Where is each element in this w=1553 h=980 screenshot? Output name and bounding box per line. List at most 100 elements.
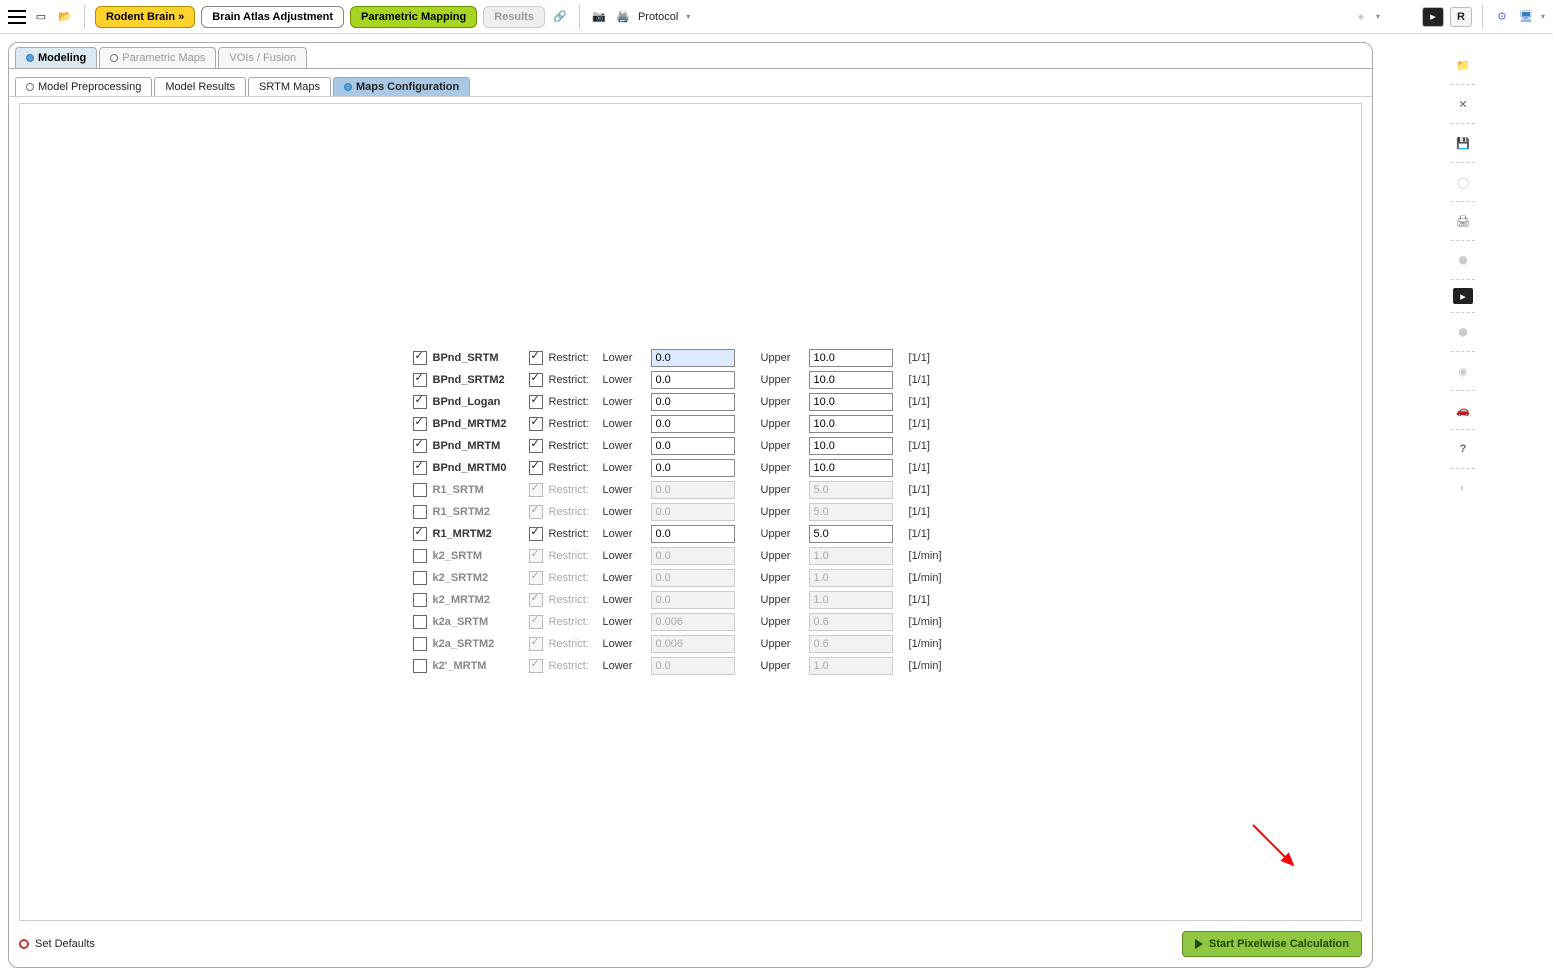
lower-input xyxy=(651,503,735,521)
param-name-label: BPnd_SRTM2 xyxy=(433,374,523,386)
lower-label: Lower xyxy=(603,374,645,386)
components-icon[interactable]: ⚙ xyxy=(1493,8,1511,26)
chevron-down-icon[interactable]: ▾ xyxy=(1541,12,1545,21)
lower-input[interactable] xyxy=(651,437,735,455)
param-enable-checkbox[interactable] xyxy=(413,637,427,651)
chevron-down-icon[interactable]: ▾ xyxy=(686,12,690,21)
restrict-checkbox[interactable] xyxy=(529,395,543,409)
dot-icon[interactable]: ◉ xyxy=(1451,360,1475,382)
upper-input[interactable] xyxy=(809,371,893,389)
param-enable-checkbox[interactable] xyxy=(413,439,427,453)
param-enable-checkbox[interactable] xyxy=(413,593,427,607)
restrict-checkbox[interactable] xyxy=(529,373,543,387)
param-enable-checkbox[interactable] xyxy=(413,395,427,409)
vehicle-icon[interactable]: 🚗 xyxy=(1451,399,1475,421)
start-pixelwise-button[interactable]: Start Pixelwise Calculation xyxy=(1182,931,1362,957)
badge-icon[interactable]: ⬢ xyxy=(1451,321,1475,343)
help-icon[interactable]: ? xyxy=(1451,438,1475,460)
upper-input xyxy=(809,547,893,565)
upper-label: Upper xyxy=(761,550,803,562)
unit-label: [1/1] xyxy=(909,440,969,452)
param-name-label: R1_MRTM2 xyxy=(433,528,523,540)
sub-tab-maps-configuration[interactable]: Maps Configuration xyxy=(333,77,470,96)
terminal-icon[interactable]: ▸ xyxy=(1422,7,1444,27)
restrict-checkbox[interactable] xyxy=(529,351,543,365)
tab-label: VOIs / Fusion xyxy=(229,52,296,64)
param-row: k2_MRTM2Restrict:LowerUpper[1/1] xyxy=(413,590,969,611)
close-icon[interactable]: ✕ xyxy=(1451,93,1475,115)
tab-label: Modeling xyxy=(38,52,86,64)
param-name-label: k2a_SRTM xyxy=(433,616,523,628)
status-dot-icon: ● xyxy=(1352,8,1370,26)
lower-input[interactable] xyxy=(651,371,735,389)
upper-input[interactable] xyxy=(809,437,893,455)
printer-icon[interactable]: 🖨 xyxy=(1451,210,1475,232)
main-tab-vois-fusion[interactable]: VOIs / Fusion xyxy=(218,47,307,68)
restrict-label: Restrict: xyxy=(549,418,597,430)
r-console-button[interactable]: R xyxy=(1450,7,1472,27)
sub-tab-srtm-maps[interactable]: SRTM Maps xyxy=(248,77,331,96)
params-area: BPnd_SRTMRestrict:LowerUpper[1/1]BPnd_SR… xyxy=(19,103,1362,921)
lower-input[interactable] xyxy=(651,393,735,411)
lower-label: Lower xyxy=(603,462,645,474)
lower-input[interactable] xyxy=(651,415,735,433)
chevron-down-icon[interactable]: ▾ xyxy=(1376,12,1380,21)
menu-icon[interactable] xyxy=(8,10,26,24)
lower-input[interactable] xyxy=(651,349,735,367)
restrict-label: Restrict: xyxy=(549,572,597,584)
terminal-icon[interactable]: ▸ xyxy=(1453,288,1473,304)
param-enable-checkbox[interactable] xyxy=(413,615,427,629)
param-enable-checkbox[interactable] xyxy=(413,527,427,541)
upper-input[interactable] xyxy=(809,349,893,367)
disk-icon[interactable]: 💾 xyxy=(1451,132,1475,154)
param-enable-checkbox[interactable] xyxy=(413,571,427,585)
restrict-checkbox xyxy=(529,615,543,629)
circle-icon[interactable]: ◯ xyxy=(1451,171,1475,193)
upper-label: Upper xyxy=(761,440,803,452)
param-name-label: k2_SRTM2 xyxy=(433,572,523,584)
param-enable-checkbox[interactable] xyxy=(413,659,427,673)
protocol-icon[interactable]: 🖨️ xyxy=(614,8,632,26)
param-enable-checkbox[interactable] xyxy=(413,461,427,475)
main-tab-modeling[interactable]: Modeling xyxy=(15,47,97,68)
upper-input[interactable] xyxy=(809,525,893,543)
open-icon[interactable]: 📂 xyxy=(56,8,74,26)
param-enable-checkbox[interactable] xyxy=(413,417,427,431)
restrict-checkbox[interactable] xyxy=(529,417,543,431)
param-enable-checkbox[interactable] xyxy=(413,351,427,365)
monitor-icon[interactable]: 🖥 xyxy=(1517,8,1535,26)
param-enable-checkbox[interactable] xyxy=(413,483,427,497)
param-enable-checkbox[interactable] xyxy=(413,373,427,387)
main-tab-parametric-maps[interactable]: Parametric Maps xyxy=(99,47,216,68)
camera-icon[interactable]: 📷 xyxy=(590,8,608,26)
param-enable-checkbox[interactable] xyxy=(413,549,427,563)
upper-label: Upper xyxy=(761,572,803,584)
results-button: Results xyxy=(483,6,545,28)
param-enable-checkbox[interactable] xyxy=(413,505,427,519)
folder-icon[interactable]: 📁 xyxy=(1451,54,1475,76)
upper-input[interactable] xyxy=(809,415,893,433)
param-name-label: R1_SRTM xyxy=(433,484,523,496)
sub-tab-model-results[interactable]: Model Results xyxy=(154,77,246,96)
sub-tab-model-preprocessing[interactable]: Model Preprocessing xyxy=(15,77,152,96)
minimize-icon[interactable]: ▭ xyxy=(32,8,50,26)
lower-input[interactable] xyxy=(651,525,735,543)
parametric-mapping-button[interactable]: Parametric Mapping xyxy=(350,6,477,28)
upper-input xyxy=(809,591,893,609)
param-row: R1_MRTM2Restrict:LowerUpper[1/1] xyxy=(413,524,969,545)
shield-icon[interactable]: ⬣ xyxy=(1451,249,1475,271)
upper-input[interactable] xyxy=(809,459,893,477)
set-defaults-button[interactable]: Set Defaults xyxy=(19,938,95,950)
unit-label: [1/min] xyxy=(909,616,969,628)
contrast-icon[interactable]: ◐ xyxy=(1451,477,1475,499)
upper-input[interactable] xyxy=(809,393,893,411)
restrict-checkbox[interactable] xyxy=(529,527,543,541)
lower-input[interactable] xyxy=(651,459,735,477)
upper-label: Upper xyxy=(761,462,803,474)
rodent-brain-button[interactable]: Rodent Brain » xyxy=(95,6,195,28)
restrict-checkbox[interactable] xyxy=(529,439,543,453)
unit-label: [1/1] xyxy=(909,352,969,364)
brain-atlas-button[interactable]: Brain Atlas Adjustment xyxy=(201,6,344,28)
restrict-checkbox[interactable] xyxy=(529,461,543,475)
link-icon[interactable]: 🔗 xyxy=(551,8,569,26)
